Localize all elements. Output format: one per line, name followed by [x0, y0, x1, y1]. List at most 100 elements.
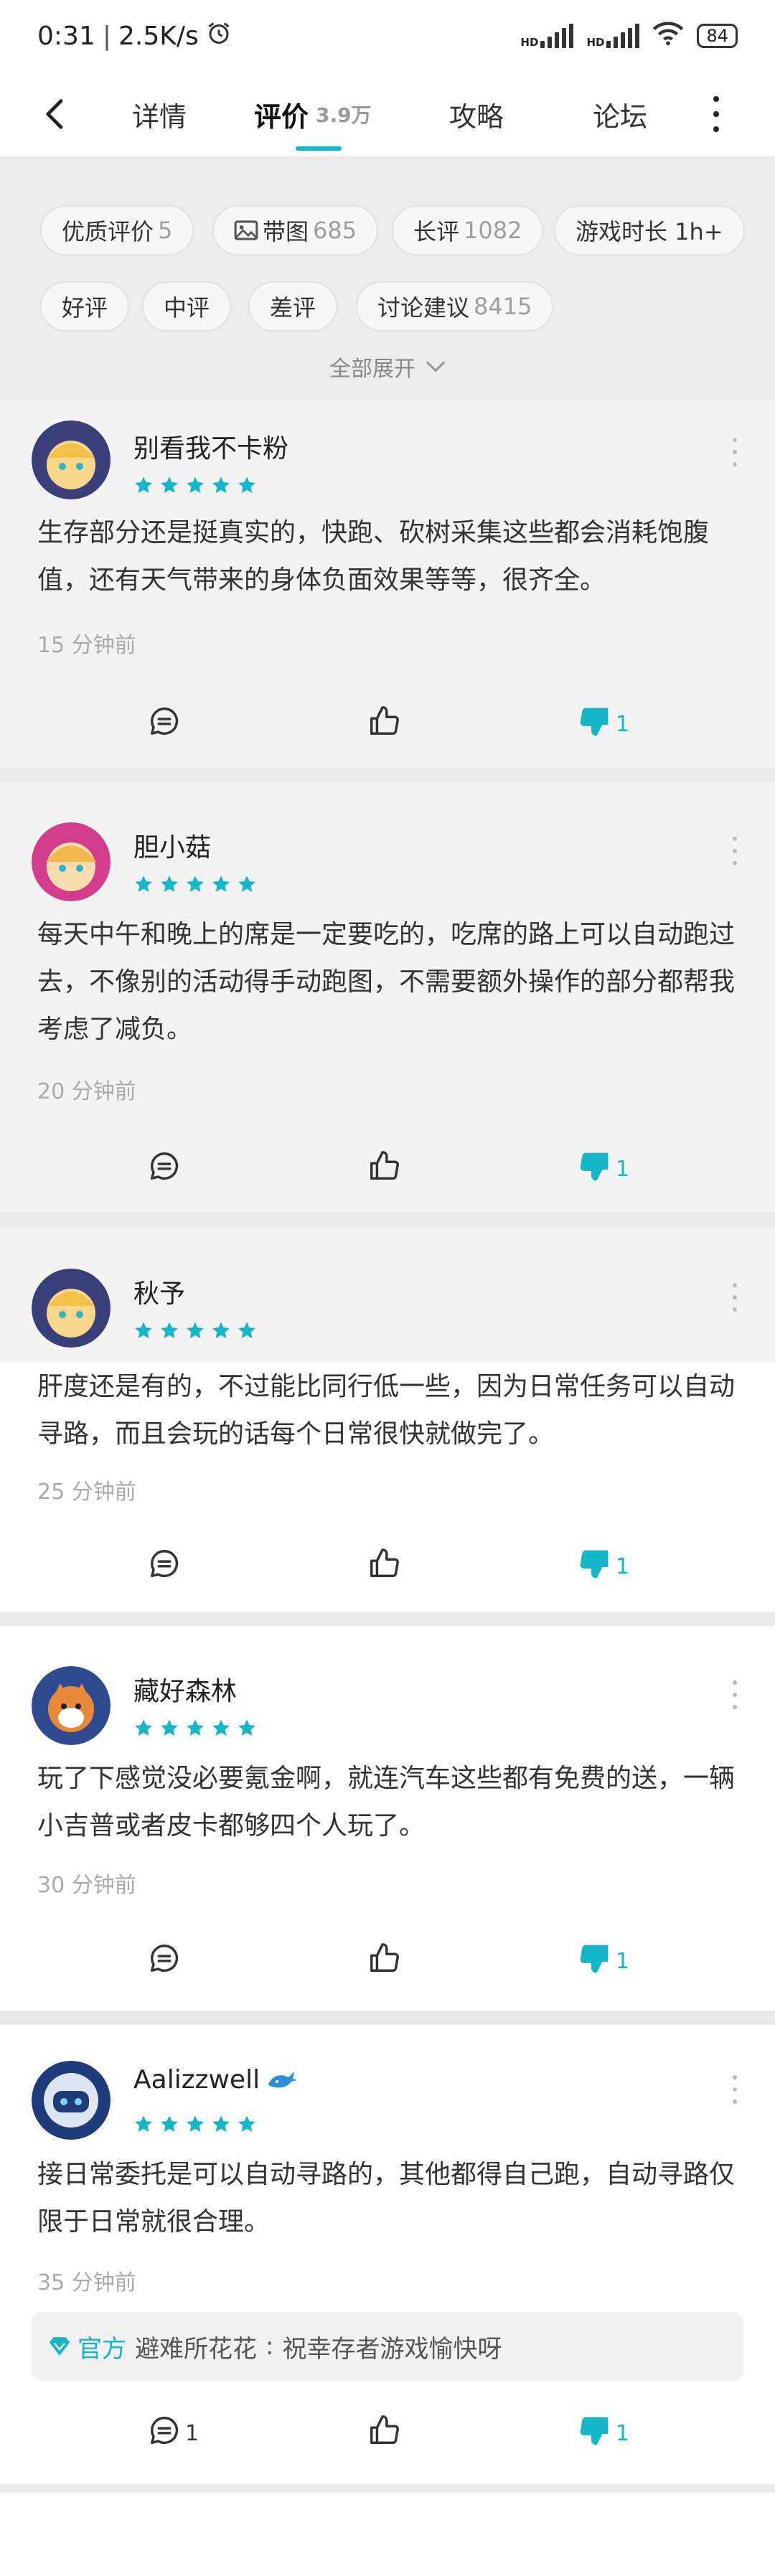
tab-reviews[interactable]: 评价 3.9万 — [254, 72, 372, 156]
back-button[interactable] — [34, 95, 73, 133]
dislike-button[interactable]: 1 — [578, 1150, 629, 1188]
reply-author: 避难所花花 — [135, 2334, 257, 2364]
star-icon — [211, 874, 231, 897]
review-text: 玩了下感觉没必要氪金啊，就连汽车这些都有免费的送，一辆小吉普或者皮卡都够四个人玩… — [37, 1764, 736, 1841]
filter-chip-long-review[interactable]: 长评 1082 — [392, 205, 544, 255]
username[interactable]: 别看我不卡粉 — [133, 428, 288, 465]
star-icon — [133, 2114, 154, 2137]
filter-chip-with-images[interactable]: 带图 685 — [212, 205, 379, 255]
comment-icon — [148, 1942, 181, 1980]
filter-panel: 优质评价 5 带图 685 长评 1082 游戏时长 1h+ 好评 中评 差评 讨论建… — [0, 156, 775, 400]
avatar[interactable] — [32, 1666, 111, 1745]
star-icon — [159, 1320, 179, 1343]
filter-chip-discussion[interactable]: 讨论建议 8415 — [356, 281, 554, 332]
filter-chip-quality[interactable]: 优质评价 5 — [40, 205, 194, 255]
dislike-button[interactable]: 1 — [578, 705, 629, 743]
like-button[interactable] — [367, 705, 400, 743]
username[interactable]: Aalizzwell — [133, 2065, 299, 2095]
filter-chip-negative[interactable]: 差评 — [248, 281, 338, 332]
comment-button[interactable] — [148, 1150, 181, 1188]
review-more-button[interactable] — [729, 837, 741, 865]
review-card: 胆小菇 每天中午和晚上的席是一定要吃的，吃席的路上可以自动跑过去，不像别的活动得… — [0, 782, 775, 1213]
star-icon — [211, 2114, 231, 2137]
star-icon — [133, 1718, 154, 1741]
comment-button[interactable] — [148, 1942, 181, 1980]
star-icon — [237, 1320, 257, 1343]
review-more-button[interactable] — [729, 438, 741, 466]
username[interactable]: 胆小菇 — [133, 827, 211, 864]
filter-chip-neutral[interactable]: 中评 — [142, 281, 232, 332]
review-text: 每天中午和晚上的席是一定要吃的，吃席的路上可以自动跑过去，不像别的活动得手动跑图… — [37, 920, 736, 1044]
star-icon — [211, 475, 231, 498]
username[interactable]: 秋予 — [133, 1273, 185, 1310]
star-rating — [133, 1320, 257, 1343]
signal-1-icon: HD — [520, 24, 574, 48]
review-more-button[interactable] — [729, 2075, 741, 2104]
filter-chip-playtime[interactable]: 游戏时长 1h+ — [554, 205, 745, 255]
network-speed: 2.5K/s — [118, 21, 199, 51]
star-icon — [185, 2114, 205, 2137]
comment-icon — [148, 2414, 181, 2453]
star-icon — [237, 1718, 257, 1741]
comment-icon — [148, 1547, 181, 1586]
comment-button[interactable] — [148, 1547, 181, 1586]
like-button[interactable] — [367, 2414, 400, 2453]
filter-chip-positive[interactable]: 好评 — [40, 281, 130, 332]
tab-forum[interactable]: 论坛 — [593, 72, 647, 156]
star-rating — [133, 1718, 257, 1741]
tab-guides[interactable]: 攻略 — [449, 72, 504, 156]
star-icon — [185, 1718, 205, 1741]
avatar[interactable] — [32, 1269, 111, 1348]
star-icon — [159, 874, 179, 897]
review-card: Aalizzwell 接日常委托是可以自动寻路的，其他都得自己跑，自动寻路仅限于… — [0, 2025, 775, 2484]
thumbs-down-icon — [578, 2414, 611, 2453]
divider — [0, 2011, 775, 2025]
signal-2-icon: HD — [586, 24, 640, 48]
dislike-button[interactable]: 1 — [578, 1547, 629, 1586]
chevron-left-icon — [46, 99, 63, 129]
avatar[interactable] — [32, 2061, 111, 2140]
reply-text: 祝幸存者游戏愉快呀 — [282, 2334, 502, 2364]
more-menu-button[interactable] — [708, 96, 725, 132]
username[interactable]: 藏好森林 — [133, 1670, 237, 1708]
review-text: 肝度还是有的，不过能比同行低一些，因为日常任务可以自动寻路，而且会玩的话每个日常… — [37, 1372, 736, 1449]
star-rating — [133, 475, 257, 498]
dislike-button[interactable]: 1 — [578, 2414, 629, 2453]
avatar[interactable] — [32, 420, 111, 499]
thumbs-up-icon — [367, 1150, 400, 1188]
alarm-icon — [206, 20, 232, 52]
official-reply[interactable]: 官方 避难所花花 : 祝幸存者游戏愉快呀 — [32, 2312, 743, 2381]
review-text: 生存部分还是挺真实的，快跑、砍树采集这些都会消耗饱腹值，还有天气带来的身体负面效… — [37, 518, 710, 595]
like-button[interactable] — [367, 1942, 400, 1980]
status-bar: 0:31 | 2.5K/s HD HD 84 — [0, 0, 775, 72]
avatar[interactable] — [32, 822, 111, 901]
thumbs-up-icon — [367, 1942, 400, 1980]
star-rating — [133, 874, 257, 897]
thumbs-down-icon — [578, 1150, 611, 1188]
star-icon — [185, 475, 205, 498]
comment-button[interactable]: 1 — [148, 2414, 199, 2453]
review-more-button[interactable] — [729, 1680, 741, 1709]
review-time: 20 分钟前 — [37, 1079, 136, 1104]
star-rating — [133, 2114, 257, 2137]
star-icon — [185, 874, 205, 897]
wifi-icon — [652, 20, 684, 52]
review-more-button[interactable] — [729, 1283, 741, 1312]
tab-details[interactable]: 详情 — [132, 72, 187, 156]
divider — [0, 2484, 775, 2493]
like-button[interactable] — [367, 1547, 400, 1586]
review-time: 30 分钟前 — [37, 1873, 136, 1898]
app-screen: 0:31 | 2.5K/s HD HD 84 详情 评价 3.9万 攻略 论坛 … — [0, 0, 775, 2576]
expand-filters-button[interactable]: 全部展开 — [0, 349, 775, 385]
star-icon — [211, 1718, 231, 1741]
star-icon — [237, 475, 257, 498]
like-button[interactable] — [367, 1150, 400, 1188]
star-icon — [133, 475, 154, 498]
diamond-badge-icon — [49, 2337, 70, 2356]
thumbs-up-icon — [367, 2414, 400, 2453]
star-icon — [237, 874, 257, 897]
top-nav: 详情 评价 3.9万 攻略 论坛 — [0, 72, 775, 156]
dislike-button[interactable]: 1 — [578, 1942, 629, 1980]
review-count: 3.9万 — [316, 103, 372, 127]
comment-button[interactable] — [148, 705, 181, 743]
